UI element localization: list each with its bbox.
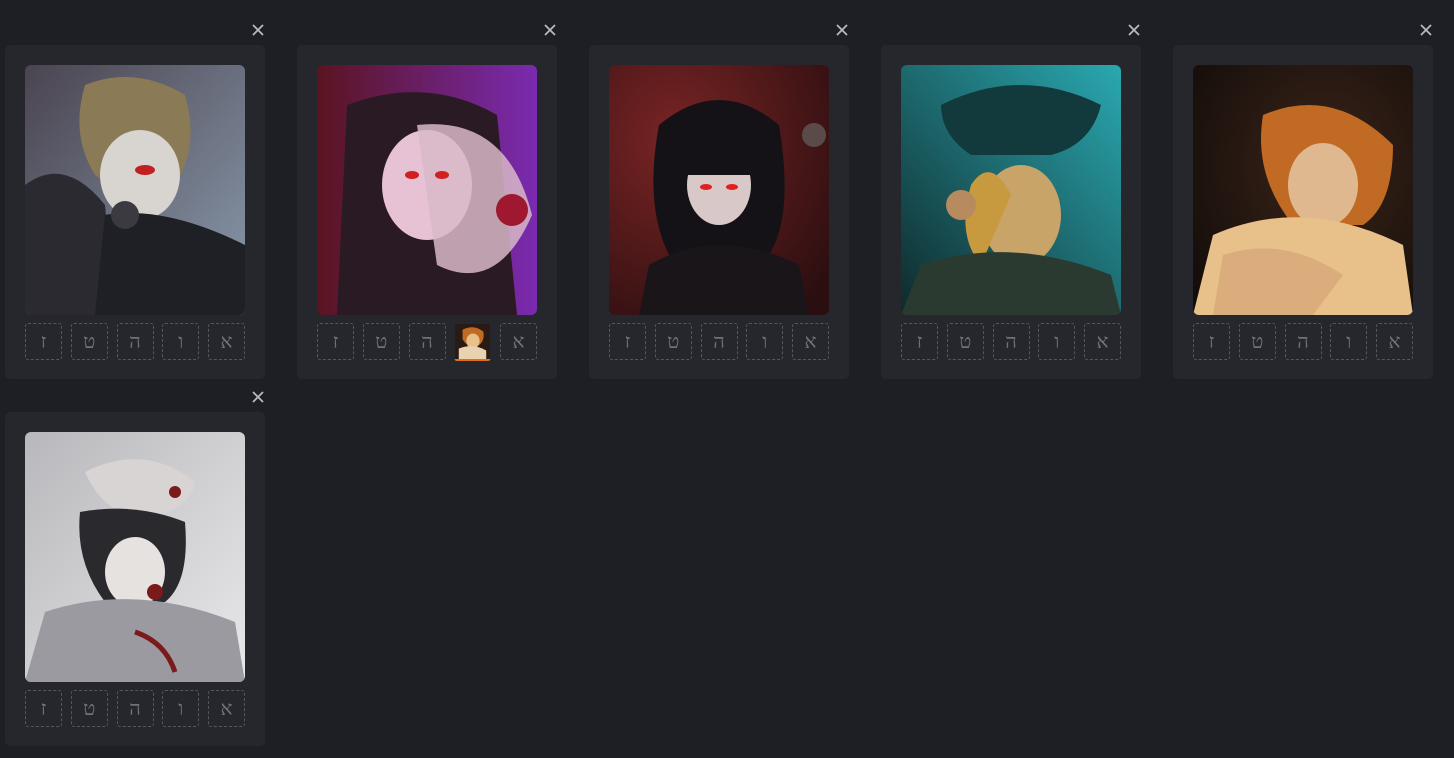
close-icon[interactable]: [1419, 23, 1433, 37]
close-icon[interactable]: [251, 23, 265, 37]
letter-slot[interactable]: א: [1376, 323, 1413, 360]
character-portrait: [25, 65, 245, 315]
letter-slot[interactable]: ט: [70, 690, 108, 727]
letter-slot[interactable]: א: [208, 323, 245, 360]
letter-slots: ז ט ה ו א: [901, 323, 1121, 360]
letter-slot[interactable]: ט: [362, 323, 400, 360]
character-card: ז ט ה א: [297, 24, 557, 379]
character-portrait: [1193, 65, 1413, 315]
letter-slot[interactable]: ז: [901, 323, 938, 360]
letter-slots: ז ט ה ו א: [609, 323, 829, 360]
character-card: ז ט ה ו א: [881, 24, 1141, 379]
letter-slot[interactable]: ו: [1330, 323, 1368, 360]
character-portrait: [25, 432, 245, 682]
character-portrait: [317, 65, 537, 315]
letter-slot[interactable]: ה: [700, 323, 738, 360]
letter-slot[interactable]: ט: [946, 323, 984, 360]
letter-slot[interactable]: א: [500, 323, 537, 360]
letter-slot[interactable]: ז: [25, 690, 62, 727]
letter-slot[interactable]: ה: [408, 323, 446, 360]
character-portrait: [901, 65, 1121, 315]
character-card: ז ט ה ו א: [5, 391, 265, 746]
letter-slots: ז ט ה ו א: [1193, 323, 1413, 360]
letter-slot[interactable]: ט: [70, 323, 108, 360]
character-card: ז ט ה ו א: [5, 24, 265, 379]
letter-slots: ז ט ה ו א: [25, 690, 245, 727]
filled-letter-slot[interactable]: [454, 323, 492, 361]
letter-slot[interactable]: ה: [116, 323, 154, 360]
letter-slot[interactable]: ו: [1038, 323, 1076, 360]
character-card: ז ט ה ו א: [589, 24, 849, 379]
letter-slot[interactable]: א: [1084, 323, 1121, 360]
letter-slot[interactable]: א: [792, 323, 829, 360]
letter-slot[interactable]: ט: [1238, 323, 1276, 360]
letter-slot[interactable]: ה: [1284, 323, 1322, 360]
letter-slot[interactable]: ו: [162, 690, 200, 727]
close-icon[interactable]: [251, 390, 265, 404]
letter-slot[interactable]: ז: [317, 323, 354, 360]
letter-slot[interactable]: ו: [162, 323, 200, 360]
letter-slots: ז ט ה ו א: [25, 323, 245, 360]
letter-slots: ז ט ה א: [317, 323, 537, 361]
letter-slot[interactable]: ז: [609, 323, 646, 360]
character-portrait: [609, 65, 829, 315]
character-thumbnail: [455, 324, 491, 359]
letter-slot[interactable]: ז: [25, 323, 62, 360]
character-card: ז ט ה ו א: [1173, 24, 1433, 379]
letter-slot[interactable]: א: [208, 690, 245, 727]
close-icon[interactable]: [835, 23, 849, 37]
close-icon[interactable]: [1127, 23, 1141, 37]
letter-slot[interactable]: ה: [992, 323, 1030, 360]
letter-slot[interactable]: ה: [116, 690, 154, 727]
letter-slot[interactable]: ז: [1193, 323, 1230, 360]
letter-slot[interactable]: ו: [746, 323, 784, 360]
letter-slot[interactable]: ט: [654, 323, 692, 360]
close-icon[interactable]: [543, 23, 557, 37]
